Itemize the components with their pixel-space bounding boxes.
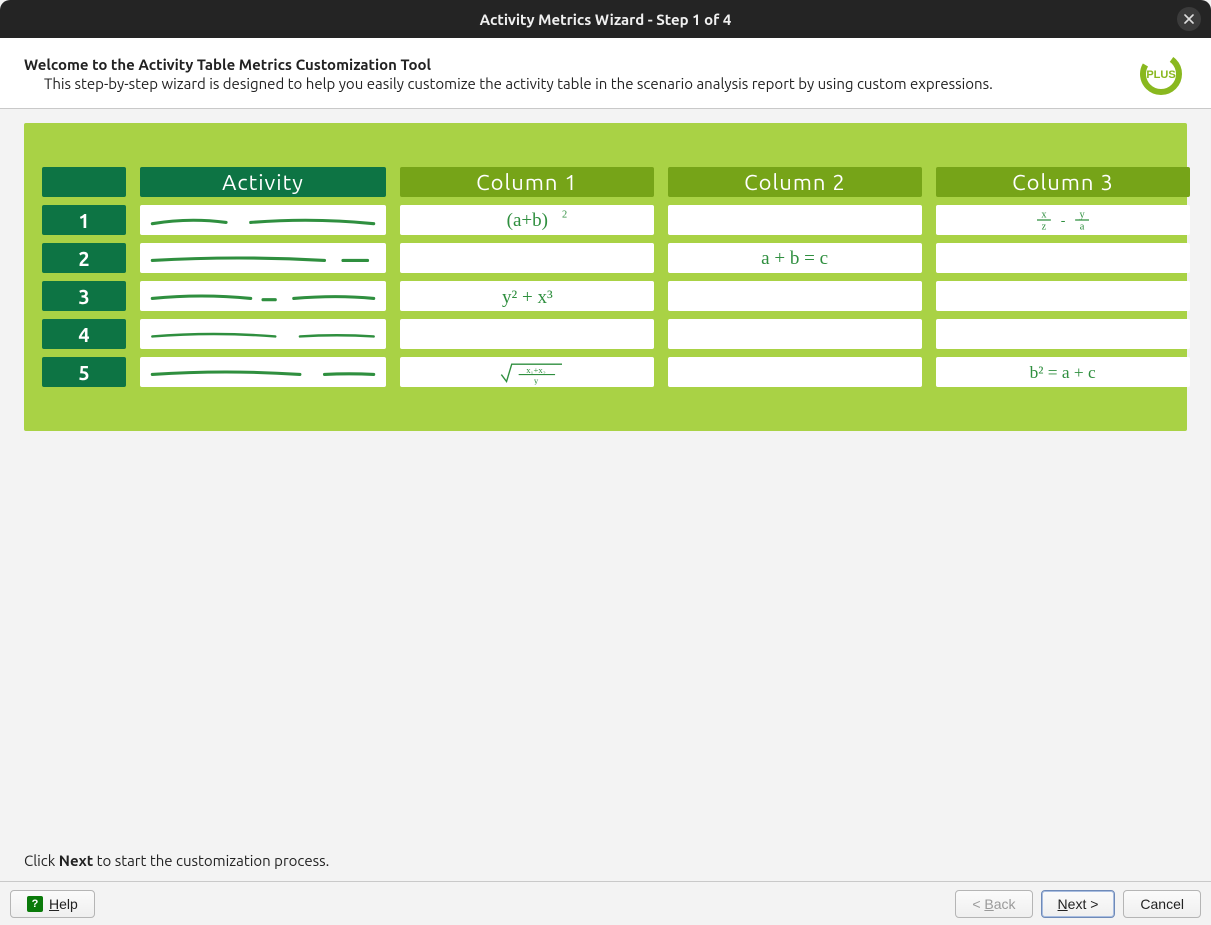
activity-table-illustration: Activity Column 1 Column 2 Column 3 1 (a…: [24, 123, 1187, 431]
wizard-title: Welcome to the Activity Table Metrics Cu…: [24, 56, 993, 73]
empty-cell: [668, 281, 922, 311]
activity-cell: [140, 205, 386, 235]
placeholder-line-icon: [140, 321, 386, 347]
row-label: 3: [42, 281, 126, 311]
help-icon: ?: [27, 896, 43, 912]
instruction-suffix: to start the customization process.: [93, 852, 329, 869]
wizard-content: Activity Column 1 Column 2 Column 3 1 (a…: [0, 109, 1211, 431]
svg-text:z: z: [1042, 222, 1047, 233]
window-title: Activity Metrics Wizard - Step 1 of 4: [480, 11, 732, 28]
wizard-header-text: Welcome to the Activity Table Metrics Cu…: [24, 56, 993, 92]
table-corner-cell: [42, 167, 126, 197]
empty-cell: [936, 319, 1190, 349]
instruction-text: Click Next to start the customization pr…: [24, 852, 329, 869]
activity-cell: [140, 281, 386, 311]
instruction-prefix: Click: [24, 852, 59, 869]
wizard-header: Welcome to the Activity Table Metrics Cu…: [0, 38, 1211, 109]
formula-cell: b² = a + c: [936, 357, 1190, 387]
cplus-logo-icon: PLUS: [1139, 52, 1183, 96]
formula-cell: (a+b) 2: [400, 205, 654, 235]
empty-cell: [400, 243, 654, 273]
formula-cell: x z - y a: [936, 205, 1190, 235]
row-label: 5: [42, 357, 126, 387]
formula-y2-x3-icon: y² + x³: [458, 283, 597, 309]
placeholder-line-icon: [140, 245, 386, 271]
svg-text:-: -: [1061, 212, 1066, 227]
wizard-button-bar: ? Help < Back Next > Cancel: [0, 881, 1211, 925]
svg-text:2: 2: [562, 209, 567, 220]
cancel-button[interactable]: Cancel: [1123, 890, 1201, 918]
formula-cell: x₁+x₂ y: [400, 357, 654, 387]
row-label: 4: [42, 319, 126, 349]
placeholder-line-icon: [140, 207, 386, 233]
activity-cell: [140, 319, 386, 349]
wizard-subtitle: This step-by-step wizard is designed to …: [44, 75, 993, 92]
column-header-1: Column 1: [400, 167, 654, 197]
svg-text:x: x: [1041, 209, 1047, 220]
svg-text:(a+b): (a+b): [506, 210, 547, 231]
back-button: < Back: [955, 890, 1032, 918]
next-button[interactable]: Next >: [1041, 890, 1116, 918]
formula-fraction-icon: x z - y a: [1011, 207, 1115, 233]
formula-a-plus-b-equals-c-icon: a + b = c: [708, 245, 881, 271]
svg-text:a: a: [1080, 222, 1085, 233]
formula-cell: a + b = c: [668, 243, 922, 273]
svg-text:a + b = c: a + b = c: [762, 248, 829, 269]
help-button[interactable]: ? Help: [10, 890, 95, 918]
empty-cell: [668, 205, 922, 235]
placeholder-line-icon: [140, 283, 386, 309]
empty-cell: [668, 319, 922, 349]
window-titlebar: Activity Metrics Wizard - Step 1 of 4: [0, 0, 1211, 38]
empty-cell: [668, 357, 922, 387]
column-header-3: Column 3: [936, 167, 1190, 197]
window-close-button[interactable]: [1177, 7, 1201, 31]
svg-text:y: y: [1079, 209, 1085, 220]
cancel-label: Cancel: [1140, 896, 1184, 912]
row-label: 1: [42, 205, 126, 235]
empty-cell: [936, 243, 1190, 273]
svg-text:PLUS: PLUS: [1146, 69, 1175, 81]
close-icon: [1184, 14, 1194, 24]
empty-cell: [936, 281, 1190, 311]
svg-text:y: y: [534, 375, 539, 385]
column-header-2: Column 2: [668, 167, 922, 197]
instruction-bold: Next: [59, 852, 93, 869]
activity-cell: [140, 243, 386, 273]
formula-b2-equals-a-plus-c-icon: b² = a + c: [976, 359, 1149, 385]
formula-a-plus-b-squared-icon: (a+b) 2: [458, 207, 597, 233]
activity-cell: [140, 357, 386, 387]
column-header-activity: Activity: [140, 167, 386, 197]
help-label-rest: elp: [59, 896, 78, 912]
svg-text:y² + x³: y² + x³: [502, 287, 553, 308]
activity-table-grid: Activity Column 1 Column 2 Column 3 1 (a…: [42, 167, 1169, 387]
row-label: 2: [42, 243, 126, 273]
formula-sqrt-fraction-icon: x₁+x₂ y: [458, 359, 597, 385]
svg-text:x₁+x₂: x₁+x₂: [526, 365, 546, 375]
empty-cell: [400, 319, 654, 349]
placeholder-line-icon: [140, 359, 386, 385]
formula-cell: y² + x³: [400, 281, 654, 311]
svg-text:b² = a + c: b² = a + c: [1030, 363, 1096, 382]
